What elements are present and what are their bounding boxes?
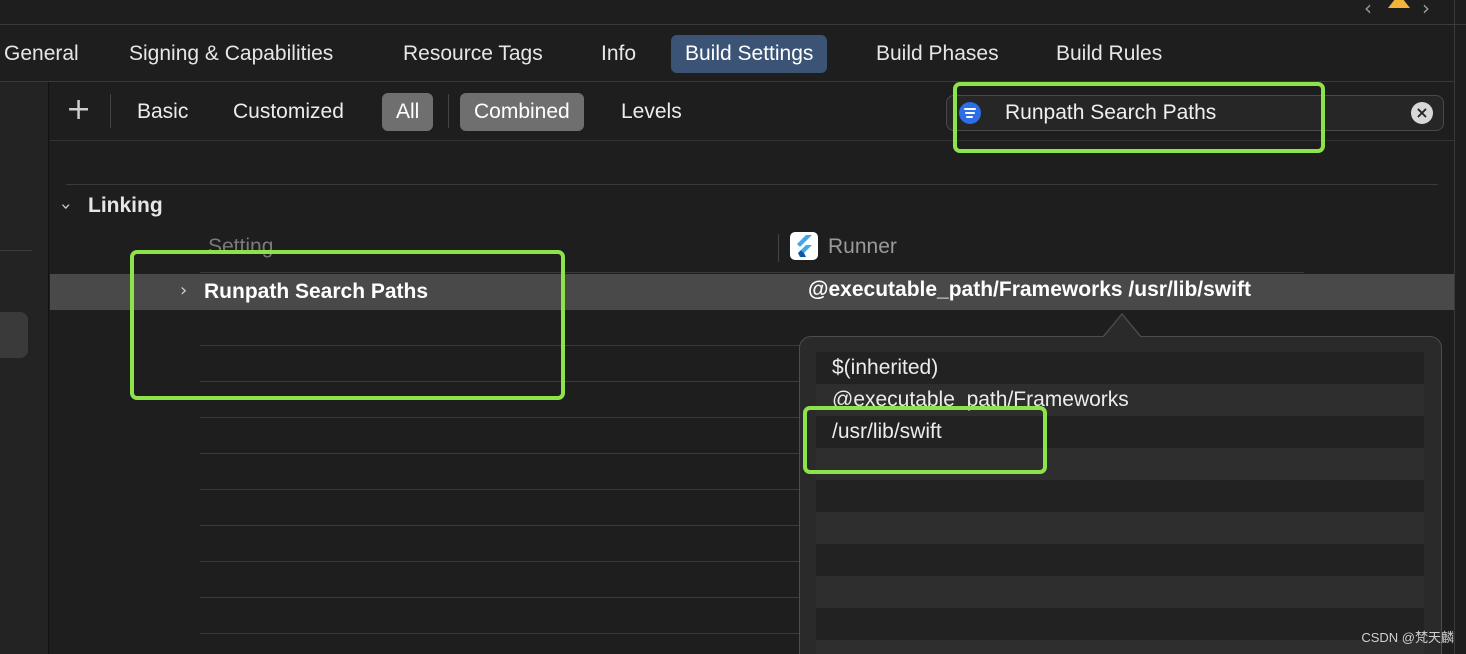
table-row-divider [200, 633, 800, 634]
xcode-window: ‹ › General Signing & Capabilities Resou… [0, 0, 1466, 654]
warning-icon[interactable] [1388, 0, 1410, 8]
targets-sidebar [0, 82, 49, 654]
highlight-setting [130, 250, 565, 400]
view-combined-button[interactable]: Combined [460, 93, 584, 131]
toolbar-strip: ‹ › [0, 0, 1466, 25]
column-header-target: Runner [828, 235, 897, 258]
table-row-divider [200, 489, 800, 490]
list-item-empty[interactable] [816, 608, 1424, 640]
popover-arrow-fill [1103, 315, 1141, 338]
editor-tab-bar: General Signing & Capabilities Resource … [0, 25, 1454, 82]
content-divider [66, 184, 1438, 185]
list-item-empty[interactable] [816, 544, 1424, 576]
sidebar-selected-target[interactable] [0, 312, 28, 358]
tab-build-rules[interactable]: Build Rules [1056, 35, 1162, 73]
table-row-divider [200, 561, 800, 562]
table-row-divider [200, 417, 800, 418]
table-row-divider [200, 525, 800, 526]
window-right-edge [1454, 0, 1455, 654]
list-item-empty[interactable] [816, 480, 1424, 512]
highlight-swift-path [803, 406, 1047, 474]
table-row-divider [200, 453, 800, 454]
tab-general[interactable]: General [4, 35, 79, 73]
tab-build-settings[interactable]: Build Settings [671, 35, 828, 73]
plus-icon[interactable]: + [66, 90, 91, 130]
list-item-empty[interactable] [816, 576, 1424, 608]
tab-build-phases[interactable]: Build Phases [876, 35, 999, 73]
view-levels-button[interactable]: Levels [621, 93, 682, 131]
clear-icon[interactable]: × [1411, 102, 1433, 124]
column-divider [778, 234, 779, 262]
scope-customized-button[interactable]: Customized [233, 93, 344, 131]
tab-resource-tags[interactable]: Resource Tags [403, 35, 543, 73]
list-item-empty[interactable] [816, 640, 1424, 654]
tab-info[interactable]: Info [601, 35, 636, 73]
section-title-linking[interactable]: Linking [88, 194, 163, 218]
scope-basic-button[interactable]: Basic [137, 93, 188, 131]
chevron-left-icon[interactable]: ‹ [1364, 0, 1372, 20]
filter-separator [448, 94, 449, 128]
list-item-empty[interactable] [816, 512, 1424, 544]
value-list: $(inherited) @executable_path/Frameworks… [816, 352, 1424, 654]
setting-value[interactable]: @executable_path/Frameworks /usr/lib/swi… [808, 278, 1251, 302]
filter-separator [110, 94, 111, 128]
flutter-icon [790, 232, 818, 260]
highlight-search [953, 82, 1325, 153]
tab-signing-capabilities[interactable]: Signing & Capabilities [129, 35, 333, 73]
chevron-right-icon[interactable]: › [1422, 0, 1430, 20]
list-item[interactable]: $(inherited) [816, 352, 1424, 384]
sidebar-divider [0, 250, 32, 251]
table-row-divider [200, 597, 800, 598]
scope-all-button[interactable]: All [382, 93, 434, 131]
watermark: CSDN @梵天麟 [1361, 630, 1454, 645]
chevron-down-icon[interactable]: › [56, 197, 77, 217]
